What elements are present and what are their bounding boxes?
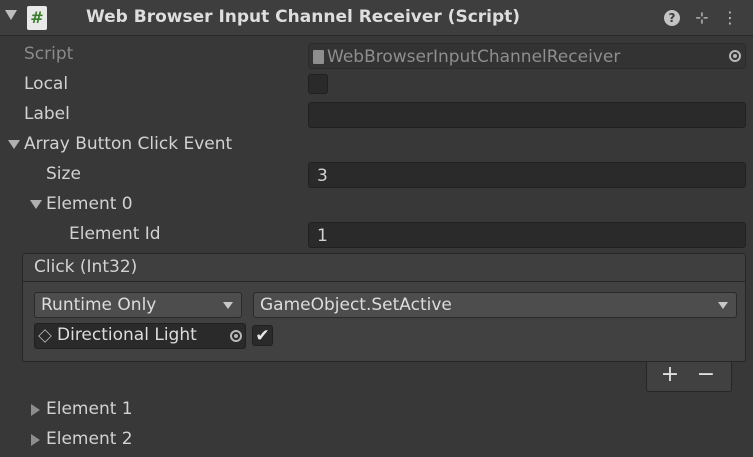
function-value: GameObject.SetActive [260,295,452,315]
list-footer: + − [646,362,732,392]
element0-label[interactable]: Element 0 [46,194,133,214]
settings-sliders-icon[interactable]: ⊹ [692,8,712,28]
remove-button[interactable]: − [691,362,721,390]
label-label: Label [24,104,70,124]
array-foldout-arrow[interactable] [8,140,20,149]
more-options-icon[interactable]: ⋮ [720,8,740,28]
element0-foldout-arrow[interactable] [30,200,42,209]
local-checkbox[interactable] [308,74,328,94]
element2-foldout-arrow[interactable] [31,434,40,446]
event-title: Click (Int32) [34,257,138,277]
script-file-icon [313,50,324,64]
local-label: Local [24,74,69,94]
size-label: Size [46,164,81,184]
script-icon: # [27,6,47,30]
component-foldout-arrow[interactable] [5,10,17,20]
component-title: Web Browser Input Channel Receiver (Scri… [86,7,521,27]
runtime-mode-dropdown[interactable]: Runtime Only [34,292,242,318]
add-button[interactable]: + [655,362,685,390]
chevron-down-icon [718,302,728,309]
element-id-label: Element Id [69,224,161,244]
object-picker-icon [729,50,741,62]
element1-label[interactable]: Element 1 [46,399,133,419]
script-value: WebBrowserInputChannelReceiver [327,47,621,67]
element1-foldout-arrow[interactable] [31,404,40,416]
element-id-input[interactable]: 1 [308,222,746,248]
label-input[interactable] [308,102,746,128]
element2-label[interactable]: Element 2 [46,429,133,449]
script-label: Script [24,44,74,64]
gameobject-cube-icon [38,329,52,343]
size-input[interactable]: 3 [308,162,746,188]
script-field: WebBrowserInputChannelReceiver [308,43,746,69]
help-icon[interactable]: ? [664,10,680,26]
argument-checkbox[interactable]: ✔ [252,325,273,346]
object-picker-icon[interactable] [230,330,242,342]
target-object-value: Directional Light [57,325,197,345]
array-label[interactable]: Array Button Click Event [24,134,232,154]
target-object-field[interactable]: Directional Light [34,323,246,349]
function-dropdown[interactable]: GameObject.SetActive [253,292,737,318]
runtime-mode-value: Runtime Only [41,295,157,315]
chevron-down-icon [223,302,233,309]
